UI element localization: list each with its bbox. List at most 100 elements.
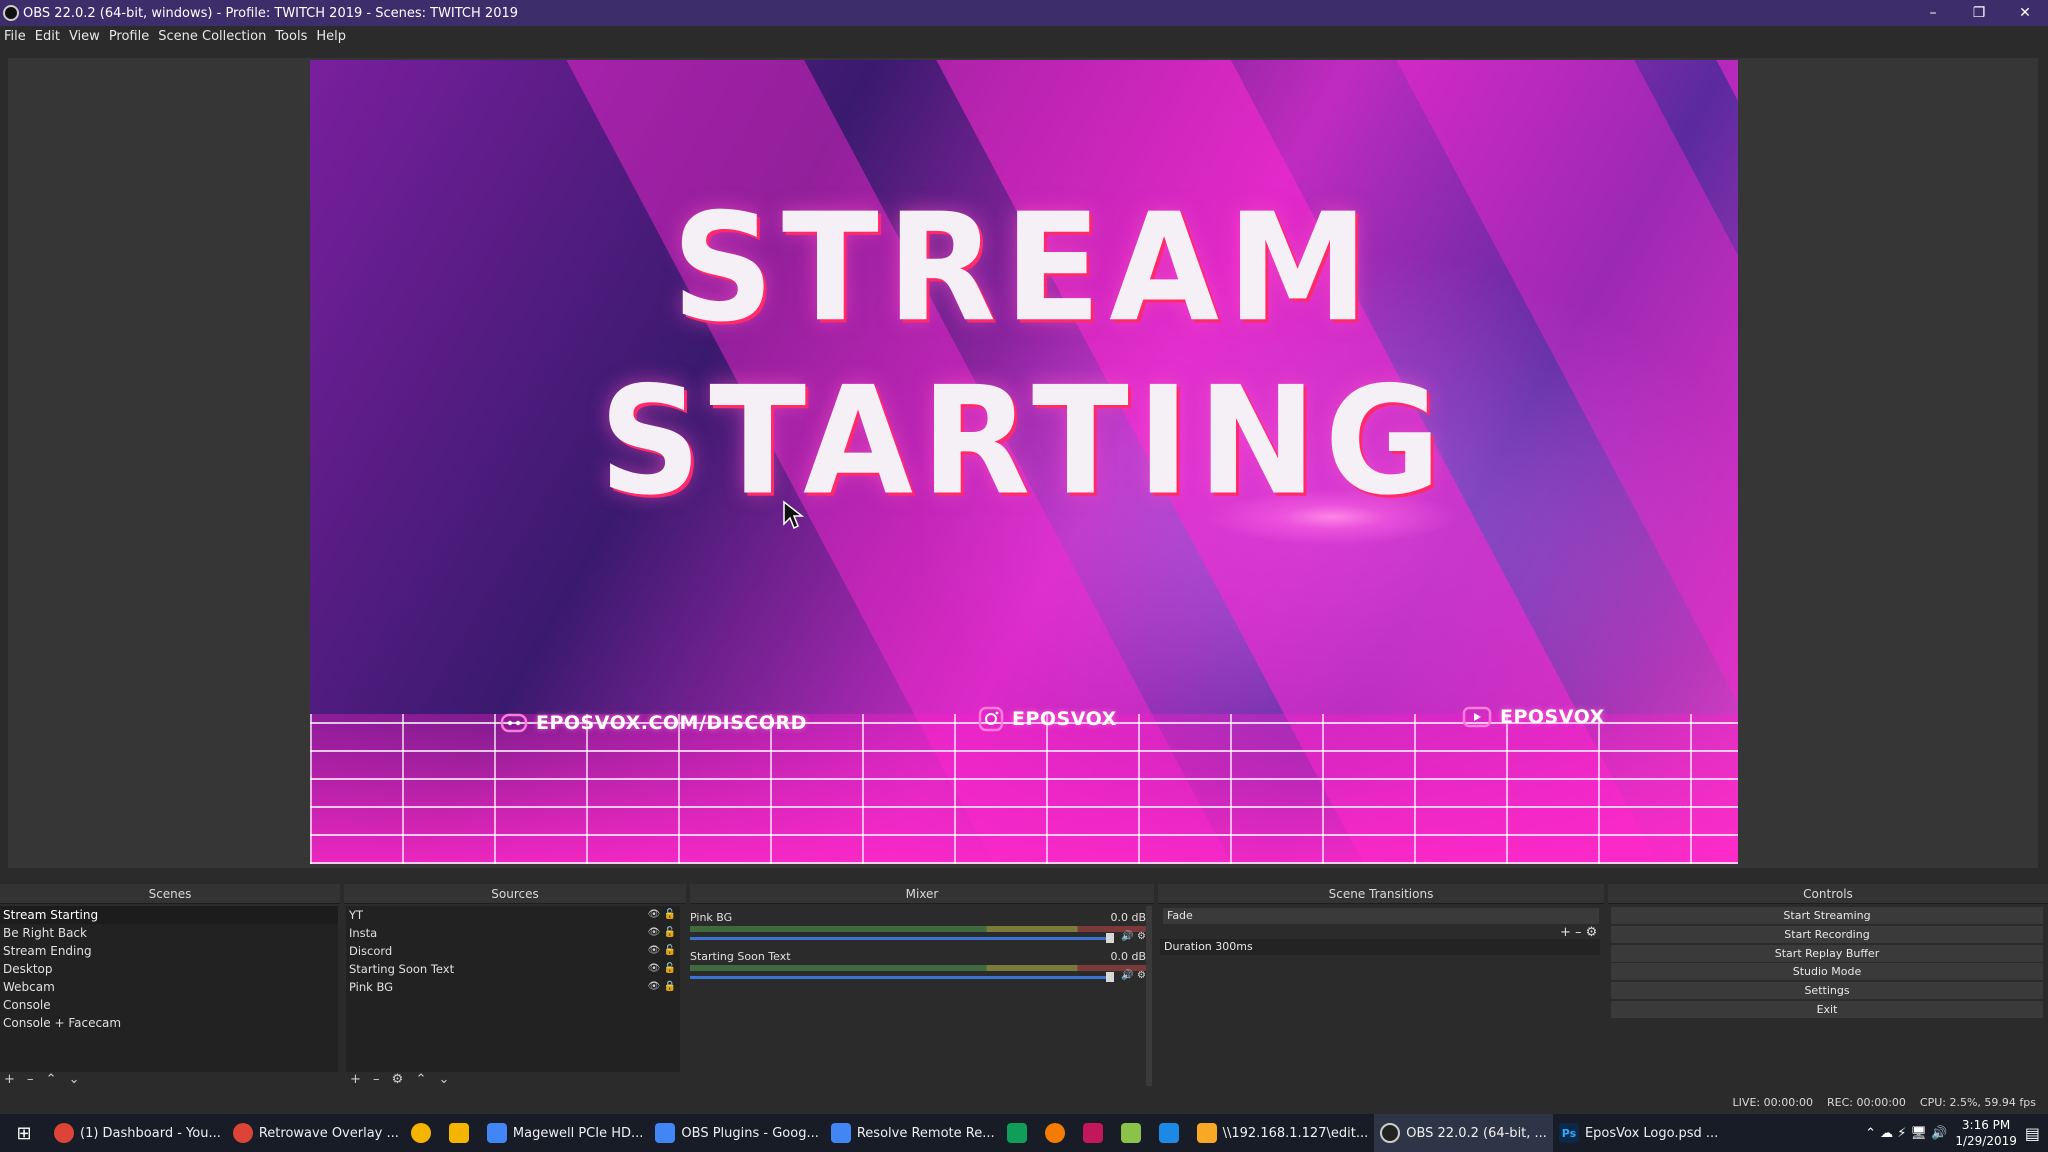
restore-button[interactable]: ❐	[1956, 0, 2002, 26]
source-item[interactable]: Pink BG 👁 🔒	[346, 978, 680, 996]
app-icon	[1044, 1123, 1065, 1143]
taskbar-item[interactable]: \\192.168.1.127\edit...	[1191, 1114, 1375, 1152]
studio-mode-button[interactable]: Studio Mode	[1611, 963, 2043, 980]
mixer-channel: Starting Soon Text 0.0 dB 🔊 ⚙	[690, 950, 1146, 982]
source-item[interactable]: Insta 👁 🔓	[346, 924, 680, 942]
visibility-lock-icon[interactable]: 👁 🔒	[648, 978, 676, 996]
tray-icons[interactable]: ⌃ ☁ ⚡ 🖥 🔊	[1865, 1126, 1947, 1141]
taskbar-item-label: \\192.168.1.127\edit...	[1222, 1125, 1369, 1141]
menu-file[interactable]: File	[4, 29, 26, 44]
menu-edit[interactable]: Edit	[35, 29, 60, 44]
taskbar-item[interactable]	[405, 1114, 443, 1152]
minimize-button[interactable]: –	[1910, 0, 1956, 26]
start-replay-buffer-button[interactable]: Start Replay Buffer	[1611, 945, 2043, 962]
chrome-icon	[232, 1123, 253, 1143]
discord-label: EPOSVOX.COM/DISCORD	[536, 712, 807, 734]
clock-time: 3:16 PM	[1961, 1118, 2011, 1132]
duration-value[interactable]: 300ms	[1215, 940, 1252, 953]
sources-toolbar[interactable]: + – ⚙ ⌃ ⌄	[350, 1072, 453, 1087]
obs-app-icon	[3, 5, 19, 21]
mixer-scrollbar[interactable]	[1146, 906, 1152, 1086]
close-button[interactable]: ✕	[2002, 0, 2048, 26]
keep-icon	[448, 1123, 469, 1143]
scenes-toolbar[interactable]: + – ⌃ ⌄	[4, 1072, 84, 1087]
sources-list[interactable]: YT 👁 🔓 Insta 👁 🔓 Discord 👁 🔓 Starting Soon …	[346, 906, 680, 1072]
settings-button[interactable]: Settings	[1611, 982, 2043, 999]
visibility-lock-icon[interactable]: 👁 🔓	[648, 906, 676, 924]
social-youtube: EPOSVOX	[1462, 706, 1605, 728]
rec-status: REC: 00:00:00	[1827, 1096, 1906, 1109]
scene-item[interactable]: Desktop	[0, 960, 338, 978]
transition-add-remove-icon[interactable]: + – ⚙	[1560, 925, 1597, 940]
visibility-lock-icon[interactable]: 👁 🔓	[648, 924, 676, 942]
taskbar-item-label: Magewell PCIe HD...	[512, 1125, 644, 1141]
mixer-channel-db: 0.0 dB	[1110, 911, 1146, 924]
youtube-label: EPOSVOX	[1500, 706, 1605, 728]
live-status: LIVE: 00:00:00	[1732, 1096, 1814, 1109]
taskbar-item[interactable]: OBS 22.0.2 (64-bit, ...	[1374, 1114, 1553, 1152]
menu-view[interactable]: View	[69, 29, 100, 44]
app-icon	[1082, 1123, 1103, 1143]
visibility-lock-icon[interactable]: 👁 🔓	[648, 942, 676, 960]
taskbar-item[interactable]	[1153, 1114, 1191, 1152]
retro-grid-floor	[310, 714, 1738, 864]
taskbar-item[interactable]: Retrowave Overlay ...	[227, 1114, 405, 1152]
sources-dock-title: Sources	[344, 884, 686, 904]
volume-meter	[690, 926, 1146, 932]
scene-item[interactable]: Console	[0, 996, 338, 1014]
start-recording-button[interactable]: Start Recording	[1611, 926, 2043, 943]
taskbar-item-label: OBS Plugins - Goog...	[681, 1125, 819, 1141]
duration-field[interactable]: Duration 300ms	[1160, 939, 1600, 955]
system-clock[interactable]: 3:16 PM 1/29/2019	[1955, 1117, 2017, 1149]
volume-meter	[690, 965, 1146, 971]
volume-slider-handle[interactable]	[1106, 933, 1114, 943]
taskbar-item[interactable]	[1077, 1114, 1115, 1152]
transition-select[interactable]: Fade	[1163, 908, 1599, 924]
volume-slider[interactable]	[690, 933, 1114, 943]
mute-settings-icon[interactable]: 🔊 ⚙	[1121, 931, 1146, 942]
source-item[interactable]: YT 👁 🔓	[346, 906, 680, 924]
preview-canvas[interactable]: STREAM STARTING EPOSVOX.COM/DISCORD EPOS…	[310, 60, 1738, 864]
taskbar-item-label: (1) Dashboard - You...	[80, 1125, 221, 1141]
taskbar-item[interactable]: Magewell PCIe HD...	[481, 1114, 649, 1152]
volume-slider[interactable]	[690, 972, 1114, 982]
taskbar-item[interactable]	[1039, 1114, 1077, 1152]
notification-center-icon[interactable]: ▤	[2025, 1124, 2040, 1143]
taskbar-item[interactable]	[1001, 1114, 1039, 1152]
taskbar-item-label: Retrowave Overlay ...	[258, 1125, 399, 1141]
instagram-label: EPOSVOX	[1012, 708, 1117, 730]
taskbar-item[interactable]: (1) Dashboard - You...	[48, 1114, 227, 1152]
windows-start-icon[interactable]: ⊞	[0, 1114, 48, 1152]
scene-item[interactable]: Stream Starting	[0, 906, 338, 924]
scene-item[interactable]: Webcam	[0, 978, 338, 996]
menu-profile[interactable]: Profile	[109, 29, 149, 44]
app-icon	[1158, 1123, 1179, 1143]
discord-icon	[500, 713, 528, 733]
mute-settings-icon[interactable]: 🔊 ⚙	[1121, 970, 1146, 981]
source-name: Insta	[349, 926, 378, 940]
taskbar-item[interactable]	[1115, 1114, 1153, 1152]
menu-scene-collection[interactable]: Scene Collection	[158, 29, 266, 44]
menu-tools[interactable]: Tools	[275, 29, 307, 44]
obs-icon	[1380, 1123, 1401, 1143]
taskbar-item[interactable]: OBS Plugins - Goog...	[649, 1114, 824, 1152]
mixer-channel-db: 0.0 dB	[1110, 950, 1146, 963]
scenes-list[interactable]: Stream Starting Be Right Back Stream End…	[0, 906, 338, 1072]
menu-help[interactable]: Help	[316, 29, 346, 44]
exit-button[interactable]: Exit	[1611, 1001, 2043, 1018]
start-streaming-button[interactable]: Start Streaming	[1611, 907, 2043, 924]
visibility-lock-icon[interactable]: 👁 🔓	[648, 960, 676, 978]
scene-item[interactable]: Be Right Back	[0, 924, 338, 942]
taskbar-item[interactable]	[443, 1114, 481, 1152]
source-name: Discord	[349, 944, 393, 958]
source-item[interactable]: Starting Soon Text 👁 🔓	[346, 960, 680, 978]
scene-item[interactable]: Stream Ending	[0, 942, 338, 960]
taskbar-item[interactable]: Resolve Remote Re...	[825, 1114, 1001, 1152]
source-item[interactable]: Discord 👁 🔓	[346, 942, 680, 960]
chrome-icon	[54, 1123, 74, 1143]
scene-item[interactable]: Console + Facecam	[0, 1014, 338, 1032]
volume-slider-handle[interactable]	[1106, 972, 1114, 982]
source-name: YT	[349, 908, 364, 922]
taskbar-item[interactable]: Ps EposVox Logo.psd ...	[1553, 1114, 1724, 1152]
menu-bar: File Edit View Profile Scene Collection …	[0, 26, 2048, 46]
